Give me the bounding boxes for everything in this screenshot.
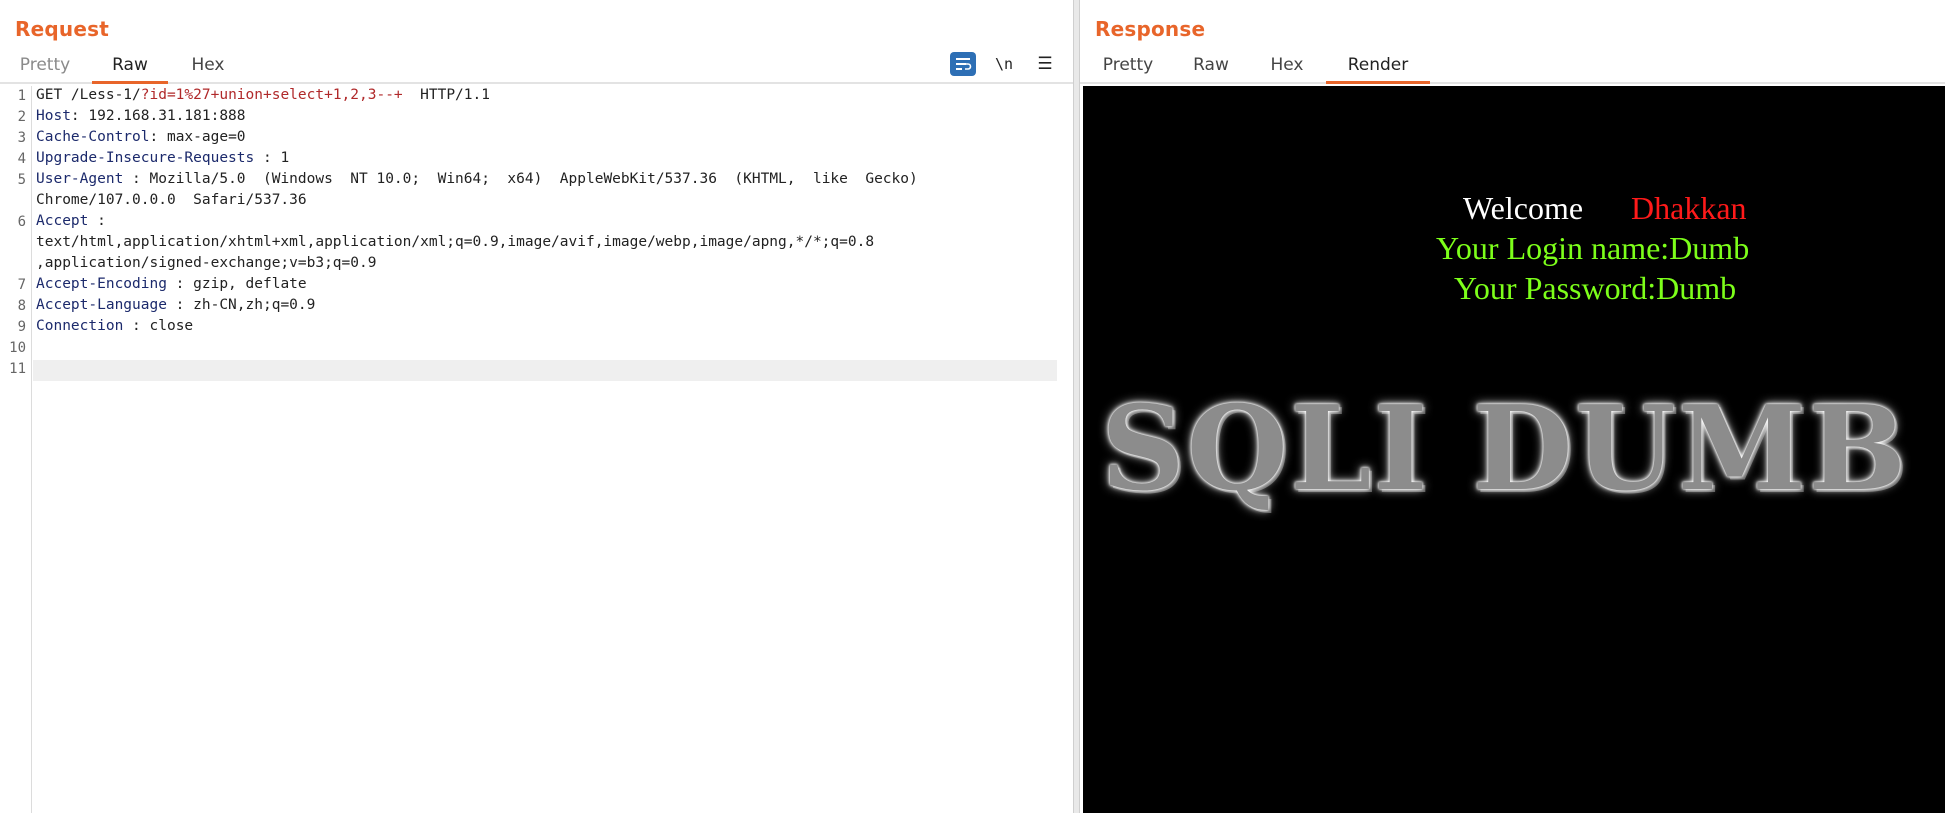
- tab-hex[interactable]: Hex: [1264, 55, 1310, 84]
- header-key: User-Agent: [36, 171, 124, 187]
- pane-splitter[interactable]: [1073, 0, 1080, 813]
- header-value: : max-age=0: [149, 129, 246, 145]
- line-number: 9: [17, 319, 26, 335]
- newline-toggle-button[interactable]: \n: [991, 52, 1017, 76]
- line-number: 7: [17, 277, 26, 293]
- header-upgrade-insecure: Upgrade-Insecure-Requests : 1: [36, 150, 289, 166]
- line-number: 3: [17, 130, 26, 146]
- response-title: Response: [1095, 17, 1206, 41]
- request-query: ?id=1%27+union+select+1,2,3--+: [140, 87, 403, 103]
- request-title: Request: [15, 17, 109, 41]
- render-view: Welcome Dhakkan Your Login name:Dumb You…: [1083, 86, 1945, 813]
- menu-icon[interactable]: ☰: [1032, 52, 1058, 76]
- banner-text: SQLI DUMB S: [1101, 381, 1945, 517]
- header-cache-control: Cache-Control: max-age=0: [36, 129, 246, 145]
- header-key: Host: [36, 108, 71, 124]
- header-key: Accept-Language: [36, 297, 167, 313]
- request-tabs: Pretty Raw Hex: [0, 52, 1073, 84]
- tab-pretty[interactable]: Pretty: [1100, 55, 1156, 84]
- header-key: Accept-Encoding: [36, 276, 167, 292]
- wrap-lines-icon: [956, 58, 972, 70]
- header-user-agent-cont: Chrome/107.0.0.0 Safari/537.36: [36, 192, 307, 208]
- line-number: 10: [9, 340, 26, 356]
- header-key: Accept: [36, 213, 89, 229]
- header-value: : Mozilla/5.0 (Windows NT 10.0; Win64; x…: [123, 171, 918, 187]
- header-value: : 1: [254, 150, 290, 166]
- sqli-dumb-banner-image: SQLI DUMB S: [1101, 391, 1945, 507]
- tab-render[interactable]: Render: [1326, 55, 1430, 84]
- request-protocol: HTTP/1.1: [402, 87, 490, 103]
- current-line-highlight: [33, 360, 1057, 381]
- request-editor[interactable]: 1 2 3 4 5 6 7 8 9 10 11 GET /Less-1/?id=…: [0, 86, 1073, 813]
- password-text: Your Password:Dumb: [1454, 270, 1737, 306]
- header-value: : gzip, deflate: [166, 276, 307, 292]
- header-key: Connection: [36, 318, 124, 334]
- line-number: 11: [9, 361, 26, 377]
- header-user-agent: User-Agent : Mozilla/5.0 (Windows NT 10.…: [36, 171, 918, 187]
- header-value: : 192.168.31.181:888: [70, 108, 246, 124]
- header-accept: Accept :: [36, 213, 106, 229]
- line-number: 2: [17, 109, 26, 125]
- login-name-text: Your Login name:Dumb: [1436, 230, 1750, 266]
- tab-pretty[interactable]: Pretty: [14, 55, 76, 84]
- line-number: 4: [17, 151, 26, 167]
- tab-raw[interactable]: Raw: [1188, 55, 1234, 84]
- header-key: Upgrade-Insecure-Requests: [36, 150, 255, 166]
- header-accept-cont1: text/html,application/xhtml+xml,applicat…: [36, 234, 875, 250]
- header-value: : close: [123, 318, 194, 334]
- tab-raw[interactable]: Raw: [92, 55, 168, 84]
- welcome-text: Welcome: [1463, 190, 1584, 226]
- header-accept-encoding: Accept-Encoding : gzip, deflate: [36, 276, 307, 292]
- header-accept-cont2: ,application/signed-exchange;v=b3;q=0.9: [36, 255, 377, 271]
- header-accept-language: Accept-Language : zh-CN,zh;q=0.9: [36, 297, 315, 313]
- line-number: 5: [17, 172, 26, 188]
- line-number: 6: [17, 214, 26, 230]
- header-key: Cache-Control: [36, 129, 150, 145]
- tab-hex[interactable]: Hex: [182, 55, 234, 84]
- request-line: GET /Less-1/?id=1%27+union+select+1,2,3-…: [36, 87, 490, 103]
- header-value: :: [88, 213, 106, 229]
- response-pane: Response Pretty Raw Hex Render Welcome D…: [1080, 0, 1945, 813]
- welcome-name: Dhakkan: [1631, 190, 1747, 226]
- response-tabs: Pretty Raw Hex Render: [1080, 52, 1945, 84]
- header-connection: Connection : close: [36, 318, 193, 334]
- request-pane: Request Pretty Raw Hex \n ☰ 1 2 3 4 5 6 …: [0, 0, 1073, 813]
- line-gutter: 1 2 3 4 5 6 7 8 9 10 11: [0, 86, 32, 813]
- wrap-lines-button[interactable]: [950, 52, 976, 76]
- line-number: 8: [17, 298, 26, 314]
- request-method-path: GET /Less-1/: [36, 87, 141, 103]
- line-number: 1: [17, 88, 26, 104]
- header-host: Host: 192.168.31.181:888: [36, 108, 246, 124]
- header-value: : zh-CN,zh;q=0.9: [166, 297, 316, 313]
